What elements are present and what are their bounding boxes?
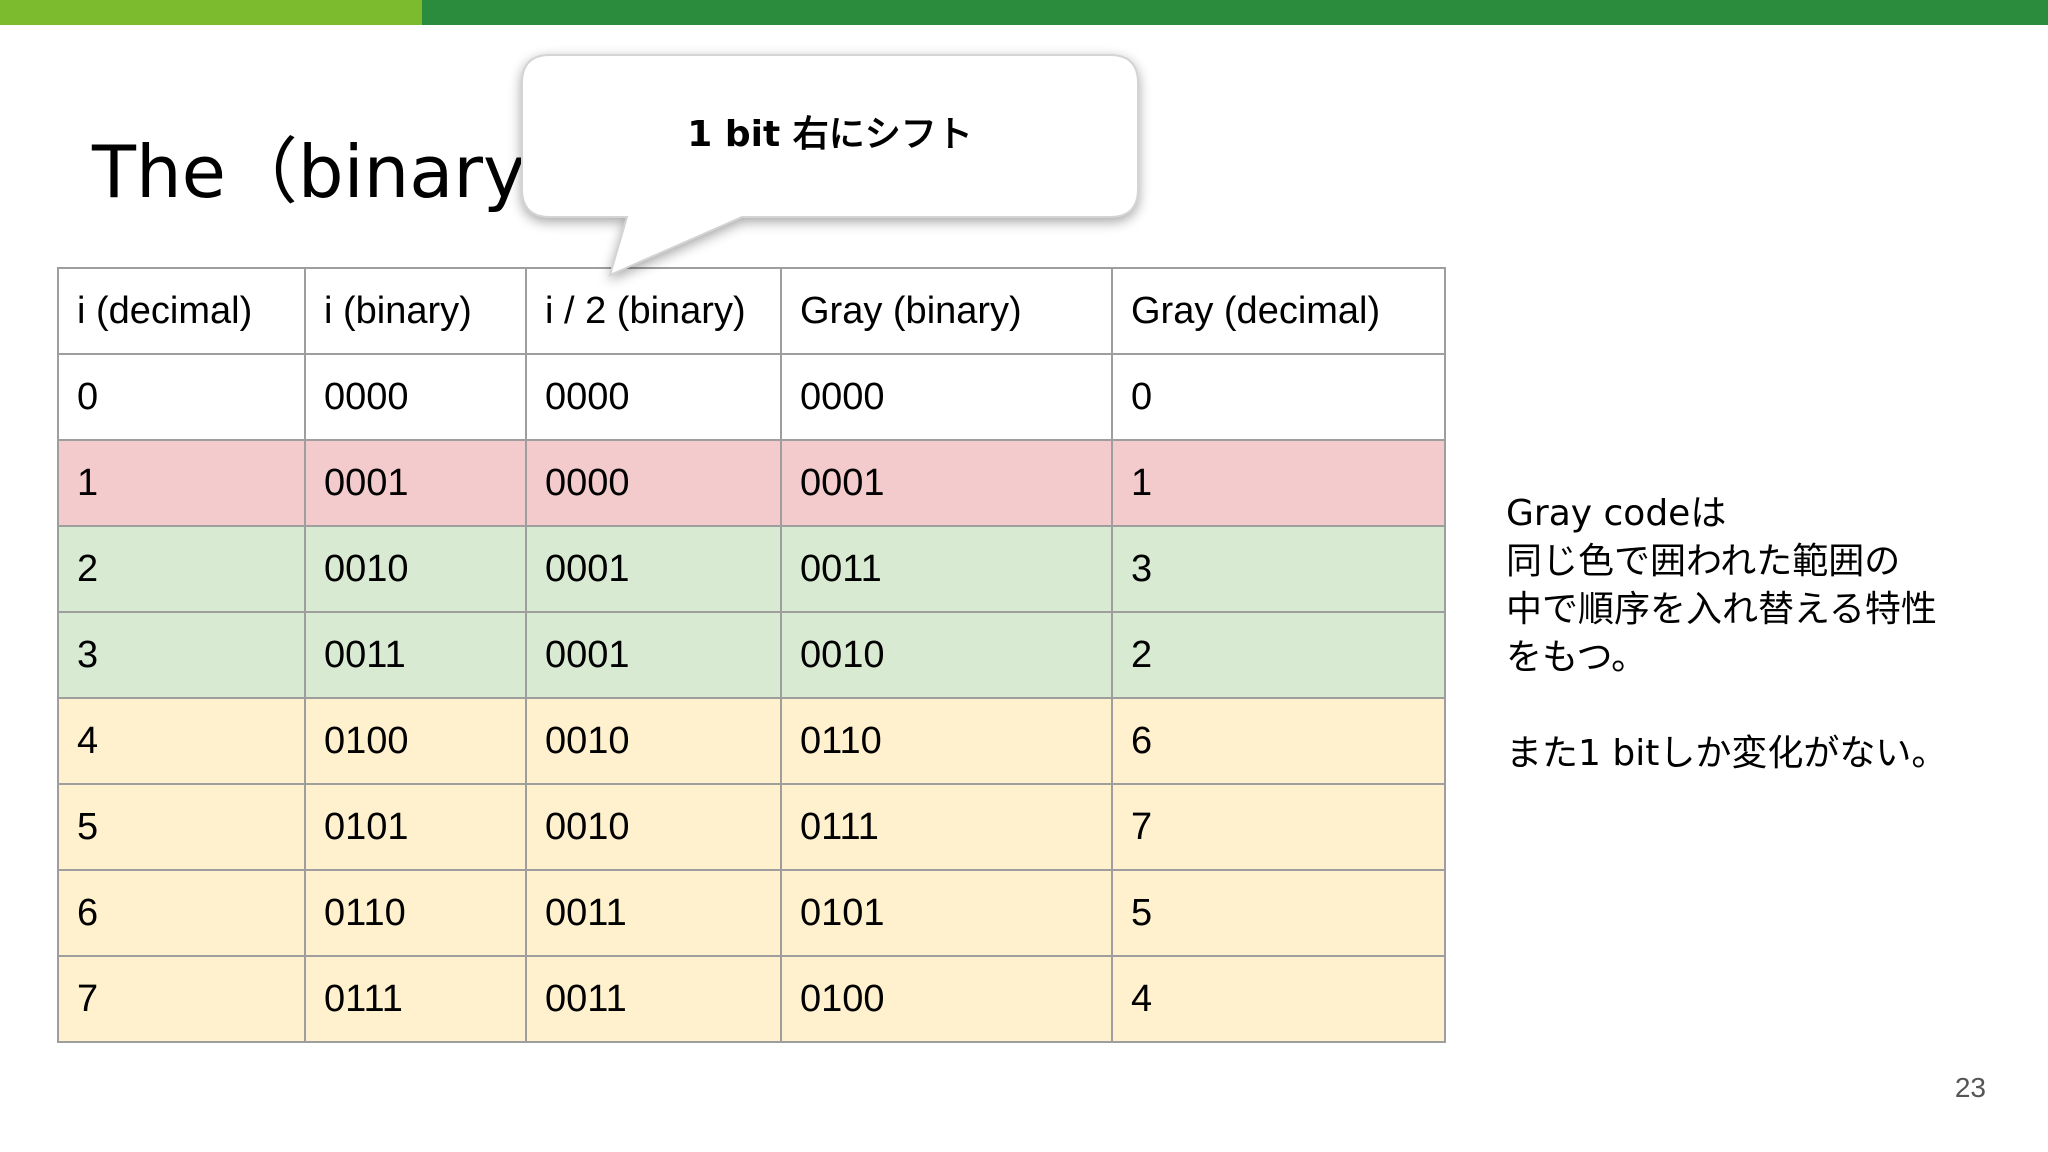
table-cell: 0101 [780, 869, 1113, 957]
table-cell: 0010 [525, 783, 782, 871]
table-cell: 7 [1111, 783, 1446, 871]
table-cell: 0010 [780, 611, 1113, 699]
table-row: 4 0100 0010 0110 6 [57, 697, 1446, 785]
table-row: 0 0000 0000 0000 0 [57, 353, 1446, 441]
header-i-binary: i (binary) [304, 267, 527, 355]
table-cell: 0010 [525, 697, 782, 785]
table-cell: 0110 [304, 869, 527, 957]
side-note-line: 同じ色で囲われた範囲の [1506, 541, 1901, 582]
header-gray-binary: Gray (binary) [780, 267, 1113, 355]
top-bar-dark-segment [422, 0, 2048, 25]
table-row: 1 0001 0000 0001 1 [57, 439, 1446, 527]
table-cell: 0001 [525, 611, 782, 699]
table-cell: 0100 [780, 955, 1113, 1043]
side-note: Gray codeは 同じ色で囲われた範囲の 中で順序を入れ替える特性 をもつ。… [1506, 490, 2006, 778]
table-cell: 6 [1111, 697, 1446, 785]
table-cell: 0000 [304, 353, 527, 441]
table-header-row: i (decimal) i (binary) i / 2 (binary) Gr… [57, 267, 1446, 355]
table-cell: 0011 [780, 525, 1113, 613]
callout-bubble-shape [521, 54, 1139, 277]
table-cell: 0100 [304, 697, 527, 785]
table-cell: 0011 [525, 869, 782, 957]
table-cell: 3 [57, 611, 306, 699]
side-note-gap [1506, 682, 2006, 730]
table-cell: 0011 [525, 955, 782, 1043]
header-gray-decimal: Gray (decimal) [1111, 267, 1446, 355]
table-cell: 3 [1111, 525, 1446, 613]
slide: The（binary−> Gray）code 1 bit 右にシフト i (de… [0, 0, 2048, 1152]
table-cell: 0010 [304, 525, 527, 613]
gray-code-table: i (decimal) i (binary) i / 2 (binary) Gr… [57, 267, 1446, 1043]
table-cell: 5 [1111, 869, 1446, 957]
table-row: 6 0110 0011 0101 5 [57, 869, 1446, 957]
table-row: 3 0011 0001 0010 2 [57, 611, 1446, 699]
header-i-decimal: i (decimal) [57, 267, 306, 355]
table-cell: 4 [57, 697, 306, 785]
table-cell: 0110 [780, 697, 1113, 785]
table-cell: 0001 [780, 439, 1113, 527]
table-cell: 0 [1111, 353, 1446, 441]
table-cell: 0000 [525, 353, 782, 441]
callout-text: 1 bit 右にシフト [687, 114, 973, 155]
table-cell: 1 [57, 439, 306, 527]
table-row: 7 0111 0011 0100 4 [57, 955, 1446, 1043]
side-note-line: Gray codeは [1506, 493, 1727, 534]
table-cell: 7 [57, 955, 306, 1043]
table-row: 5 0101 0010 0111 7 [57, 783, 1446, 871]
table-cell: 0001 [525, 525, 782, 613]
side-note-line: をもつ。 [1506, 637, 1648, 678]
side-note-line: 中で順序を入れ替える特性 [1506, 589, 1937, 630]
table-header: i (decimal) i (binary) i / 2 (binary) Gr… [57, 267, 1446, 355]
side-note-extra: また1 bitしか変化がない。 [1506, 733, 1948, 774]
table-cell: 5 [57, 783, 306, 871]
table-row: 2 0010 0001 0011 3 [57, 525, 1446, 613]
table-cell: 0101 [304, 783, 527, 871]
table-cell: 0000 [780, 353, 1113, 441]
table-cell: 2 [1111, 611, 1446, 699]
page-number: 23 [1954, 1072, 1986, 1103]
table-cell: 0111 [780, 783, 1113, 871]
table-cell: 2 [57, 525, 306, 613]
callout-bubble: 1 bit 右にシフト [521, 54, 1139, 277]
top-accent-bar [0, 0, 2048, 25]
table-cell: 1 [1111, 439, 1446, 527]
table-cell: 0011 [304, 611, 527, 699]
table-cell: 0111 [304, 955, 527, 1043]
top-bar-light-segment [0, 0, 422, 25]
table-cell: 6 [57, 869, 306, 957]
header-half-binary: i / 2 (binary) [525, 267, 782, 355]
table-cell: 0 [57, 353, 306, 441]
table-cell: 0000 [525, 439, 782, 527]
table-cell: 4 [1111, 955, 1446, 1043]
table-cell: 0001 [304, 439, 527, 527]
table-body: 0 0000 0000 0000 0 1 0001 0000 0001 1 2 … [57, 353, 1446, 1043]
